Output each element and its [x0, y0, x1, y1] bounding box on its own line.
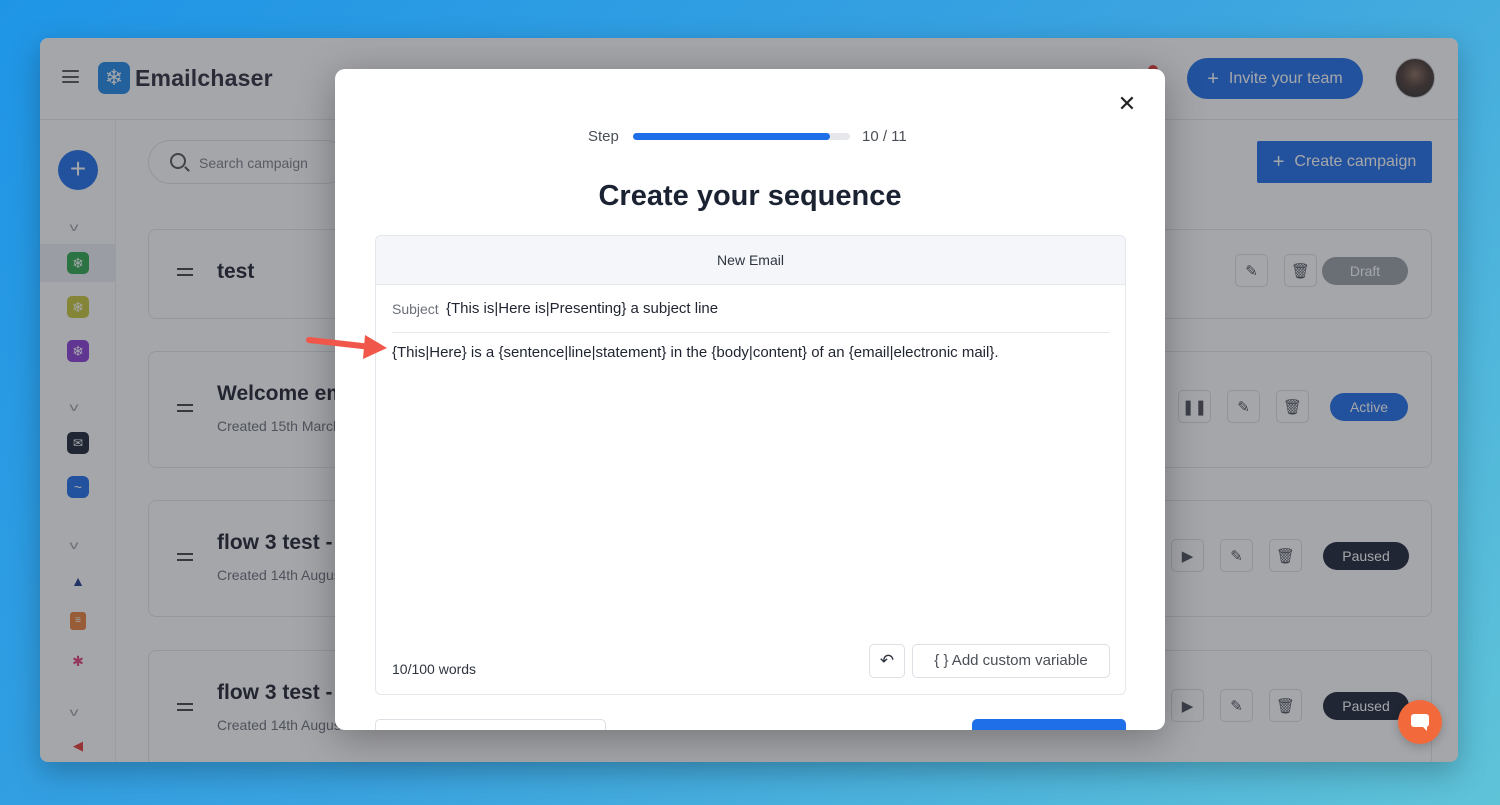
close-icon[interactable]: ✕: [1116, 93, 1138, 115]
arrow-annotation: [306, 335, 387, 359]
email-body-input[interactable]: {This|Here} is a {sentence|line|statemen…: [392, 344, 999, 361]
next-button[interactable]: [972, 719, 1126, 730]
modal-title: Create your sequence: [598, 180, 902, 212]
email-header: New Email: [376, 236, 1125, 285]
undo-icon: ↶: [879, 651, 895, 670]
create-sequence-modal: ✕ Step 10 / 11 Create your sequence New …: [335, 69, 1165, 730]
subject-row[interactable]: Subject {This is|Here is|Presenting} a s…: [392, 285, 1110, 333]
email-editor: New Email Subject {This is|Here is|Prese…: [375, 235, 1126, 695]
add-custom-variable-button[interactable]: { } Add custom variable: [912, 644, 1110, 678]
step-progress-fill: [633, 133, 831, 140]
word-count: 10/100 words: [392, 661, 477, 677]
subject-input[interactable]: {This is|Here is|Presenting} a subject l…: [446, 300, 718, 317]
step-progress-bar: [633, 133, 850, 140]
chat-icon[interactable]: [1398, 700, 1442, 744]
undo-button[interactable]: ↶: [869, 644, 905, 678]
step-count: 10 / 11: [862, 128, 907, 145]
back-button[interactable]: [375, 719, 606, 730]
subject-label: Subject: [392, 301, 439, 317]
step-label: Step: [588, 128, 619, 145]
